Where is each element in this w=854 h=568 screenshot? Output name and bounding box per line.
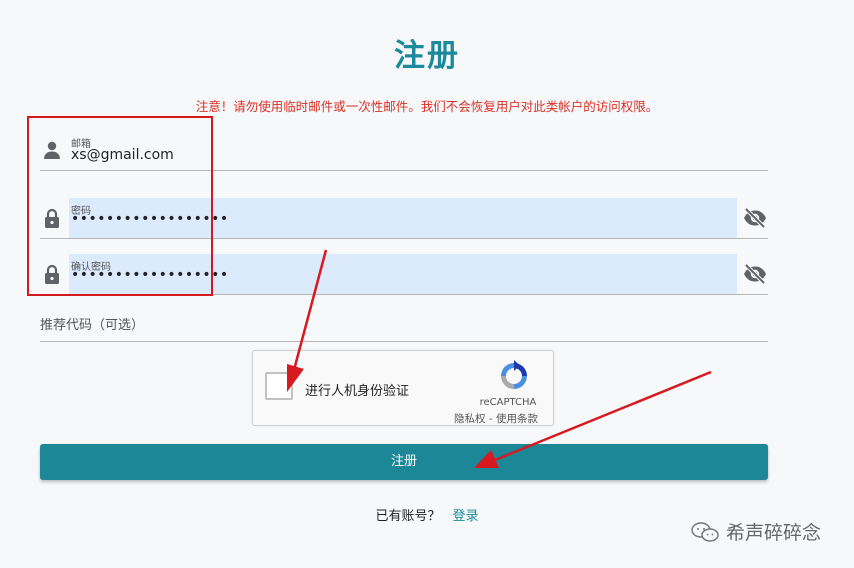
eye-off-icon[interactable] [743, 208, 767, 228]
recaptcha-brand: reCAPTCHA [479, 397, 537, 408]
watermark: 希声碎碎念 [690, 518, 821, 545]
links-separator: - [485, 413, 496, 425]
recaptcha-checkbox[interactable] [265, 372, 293, 400]
referral-code-placeholder: 推荐代码（可选） [40, 318, 145, 333]
referral-code-field[interactable]: 推荐代码（可选） [40, 305, 768, 342]
page-title: 注册 [394, 38, 460, 74]
register-button[interactable]: 注册 [40, 444, 768, 480]
warning-message: 注意！请勿使用临时邮件或一次性邮件。我们不会恢复用户对此类帐户的访问权限。 [195, 99, 659, 114]
terms-link[interactable]: 使用条款 [496, 413, 538, 425]
login-question: 已有账号？ [375, 509, 441, 524]
annotation-highlight-box [27, 116, 213, 296]
recaptcha-logo-icon [501, 360, 527, 389]
recaptcha-label: 进行人机身份验证 [305, 384, 410, 399]
wechat-icon [691, 521, 719, 542]
eye-off-icon[interactable] [743, 264, 767, 284]
privacy-link[interactable]: 隐私权 [454, 413, 486, 425]
recaptcha-links: 隐私权 - 使用条款 [443, 411, 549, 426]
recaptcha-widget: 进行人机身份验证 reCAPTCHA 隐私权 - 使用条款 [252, 350, 554, 426]
login-link[interactable]: 登录 [453, 509, 479, 524]
watermark-text: 希声碎碎念 [726, 522, 822, 544]
